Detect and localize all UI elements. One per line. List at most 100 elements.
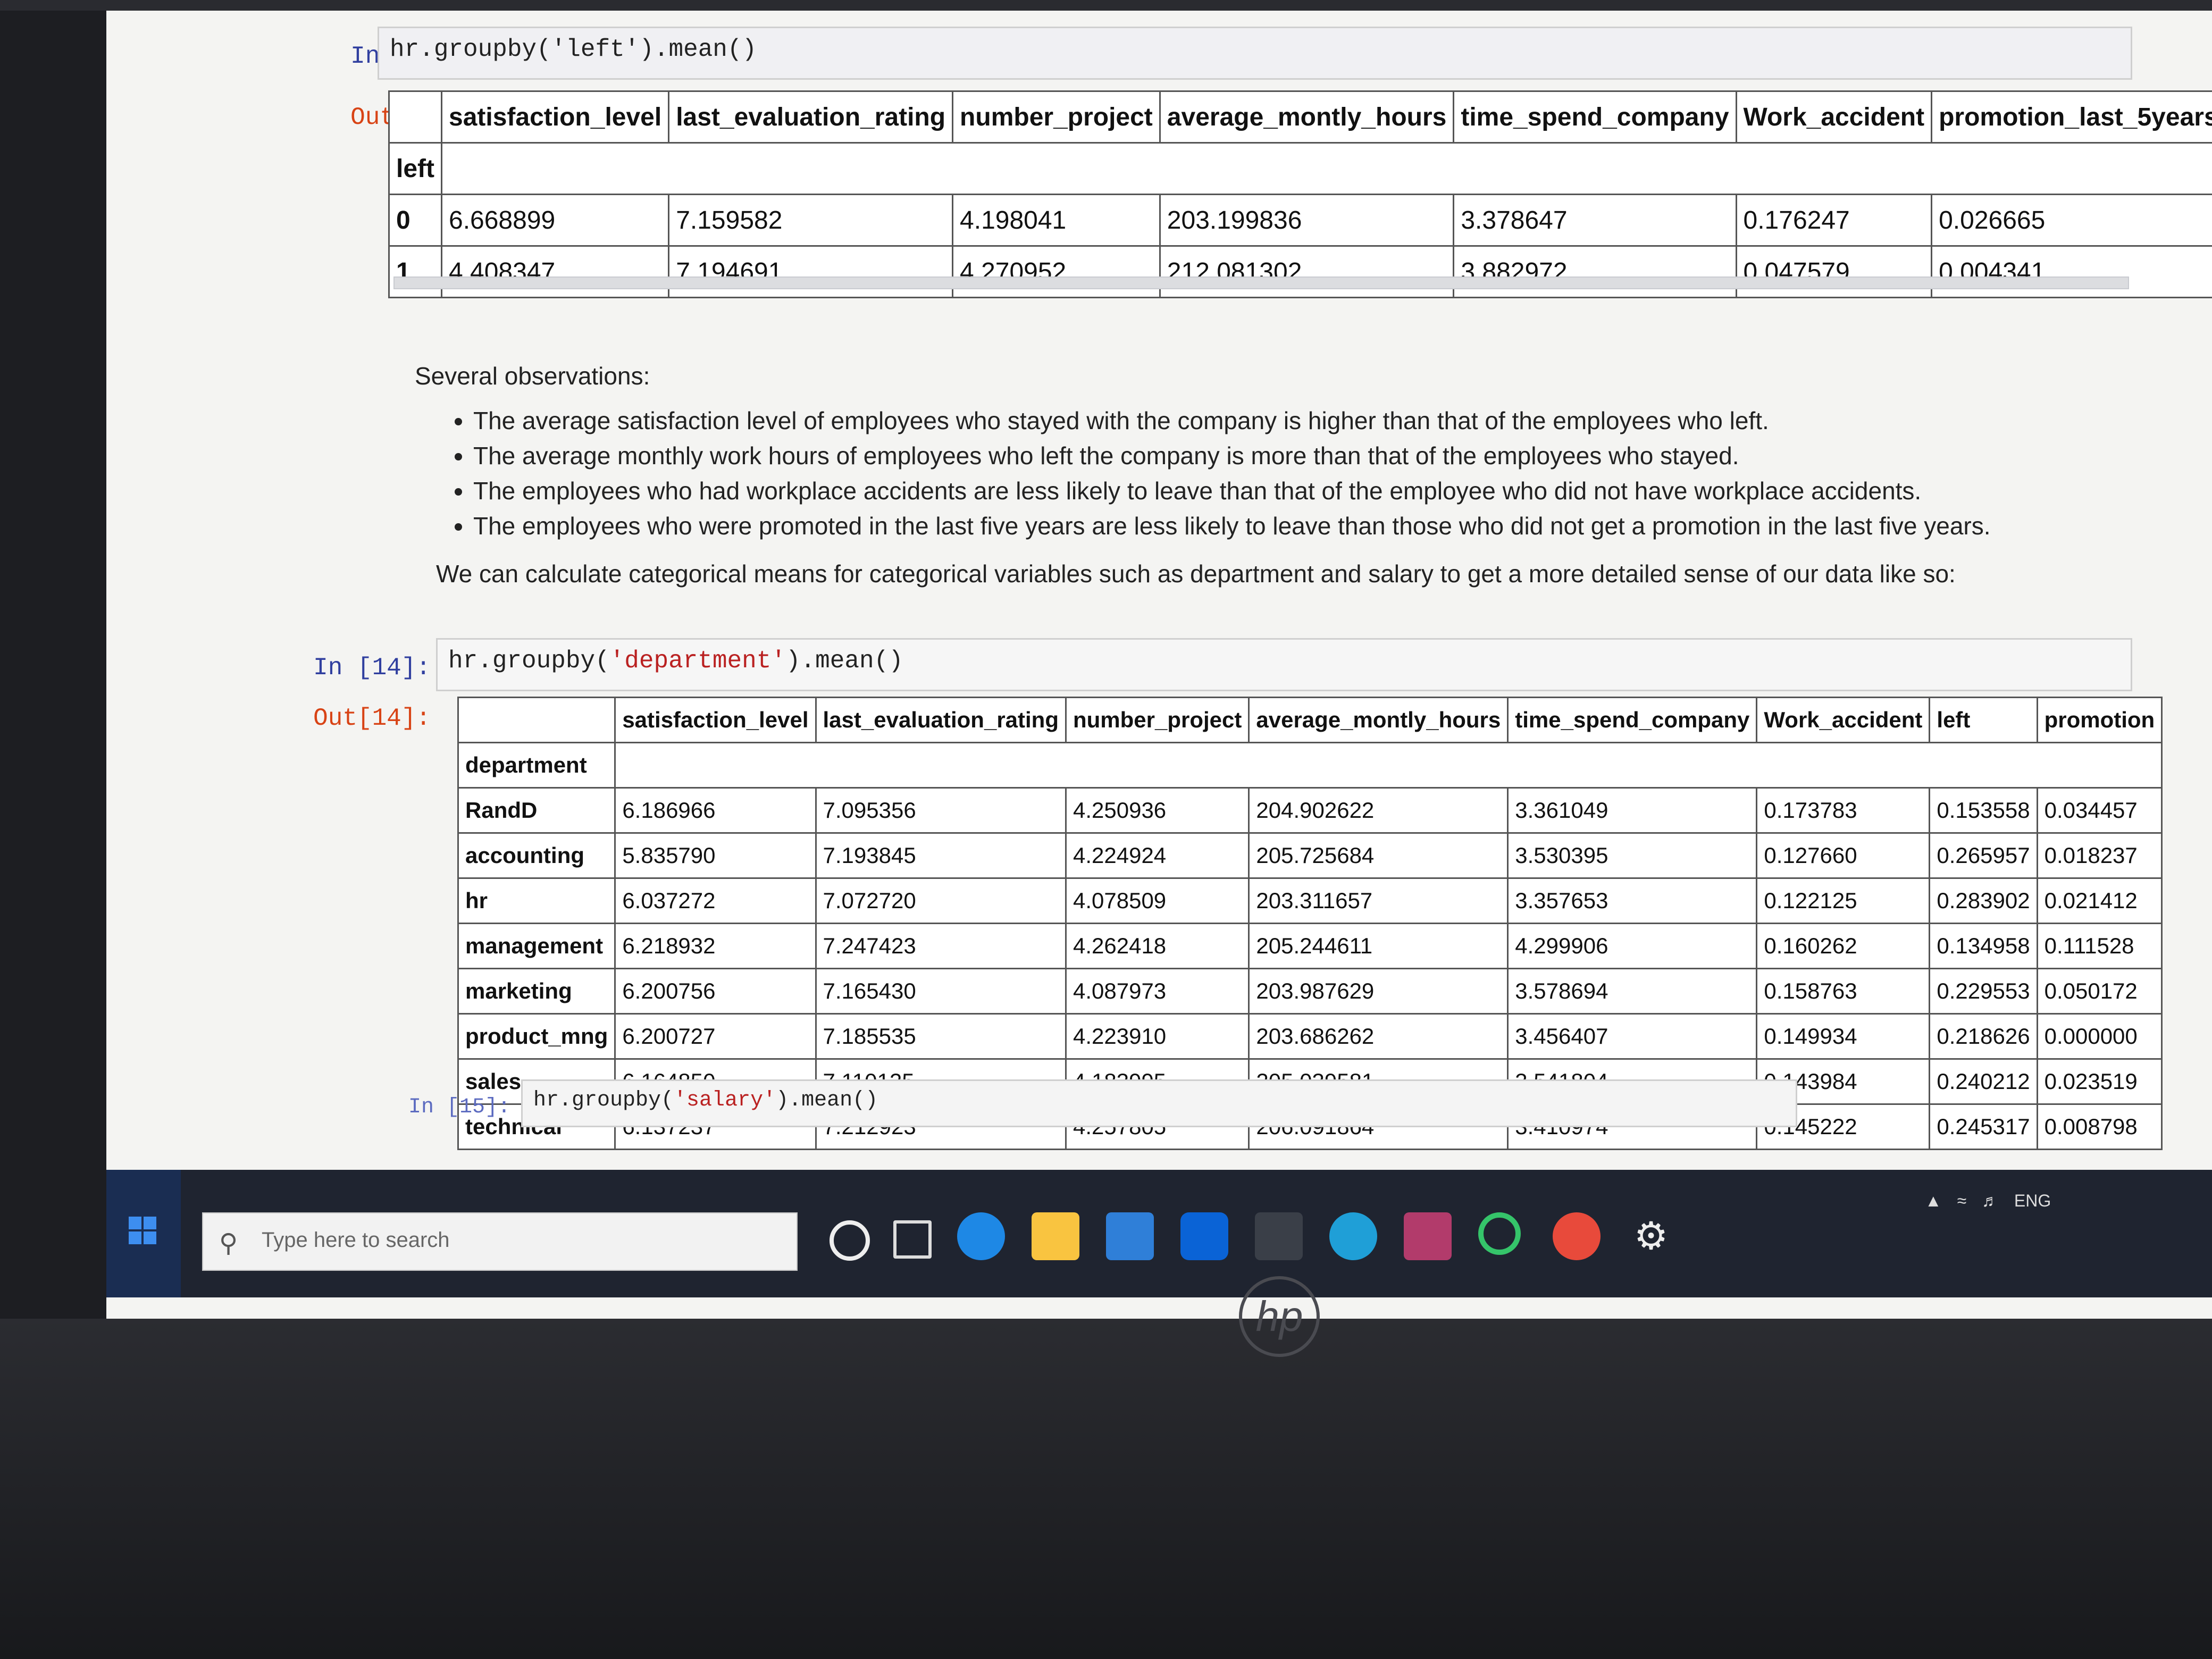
row-index: hr	[457, 877, 616, 924]
table-header-row: satisfaction_level last_evaluation_rating…	[457, 697, 2163, 743]
row-index: RandD	[457, 787, 616, 834]
column-header: satisfaction_level	[614, 697, 817, 743]
column-header: promotion	[2036, 697, 2163, 743]
row-index: management	[457, 923, 616, 969]
code-prefix-15: hr.groupby(	[533, 1088, 674, 1112]
observations-list: The average satisfaction level of employ…	[415, 406, 2063, 540]
tray-language[interactable]: ENG	[2014, 1191, 2051, 1210]
table-cell: 0.021412	[2036, 877, 2163, 924]
chrome-icon[interactable]	[1553, 1212, 1601, 1260]
table-row: marketing 6.200756 7.165430 4.087973 203.987…	[457, 968, 2163, 1015]
jupyter-notebook: In [13]: hr.groupby('left').mean() Out[1…	[106, 11, 2212, 1170]
table-cell: 0.229553	[1929, 968, 2038, 1015]
row-index: 0	[388, 194, 442, 247]
taskbar-search-box[interactable]: Type here to search	[202, 1212, 798, 1271]
row-index: marketing	[457, 968, 616, 1015]
column-header: last_evaluation_rating	[668, 90, 954, 144]
table-cell: 0.127660	[1756, 832, 1931, 879]
mail-icon[interactable]	[1106, 1212, 1154, 1260]
column-header: promotion_last_5years	[1931, 90, 2212, 144]
dropbox-icon[interactable]	[1180, 1212, 1228, 1260]
observation-bullet: The employees who were promoted in the l…	[473, 512, 2063, 540]
observations-outro: We can calculate categorical means for c…	[436, 560, 1956, 588]
index-name-spacer	[441, 142, 2212, 195]
table-cell: 6.668899	[440, 194, 670, 247]
table-cell: 4.250936	[1065, 787, 1250, 834]
code-string-14: 'department'	[609, 647, 786, 675]
table-cell: 0.283902	[1929, 877, 2038, 924]
column-header: satisfaction_level	[440, 90, 670, 144]
edge-icon[interactable]	[957, 1212, 1005, 1260]
index-name-cell: left	[388, 142, 442, 195]
column-header: last_evaluation_rating	[815, 697, 1067, 743]
code-prefix-14: hr.groupby(	[448, 647, 610, 675]
screen: In [13]: hr.groupby('left').mean() Out[1…	[106, 11, 2212, 1319]
table-cell: 0.218626	[1929, 1013, 2038, 1060]
code-cell-14[interactable]: hr.groupby('department').mean()	[436, 638, 2132, 691]
cortana-icon[interactable]	[830, 1220, 870, 1261]
code-suffix-14: ).mean()	[785, 647, 903, 675]
table-cell: 4.198041	[952, 194, 1161, 247]
table-cell: 0.240212	[1929, 1058, 2038, 1105]
code-cell-15[interactable]: hr.groupby('salary').mean()	[521, 1079, 1797, 1127]
table-cell: 4.270952	[952, 245, 1161, 298]
volume-icon[interactable]: ♬	[1982, 1191, 1999, 1210]
horizontal-scrollbar-13[interactable]	[393, 276, 2129, 289]
table-row: 1 4.408347 7.194691 4.270952 212.081302 3.882…	[388, 245, 2212, 298]
column-header: Work_accident	[1735, 90, 1933, 144]
search-icon: ⚲	[219, 1229, 238, 1258]
green-app-icon[interactable]	[1478, 1212, 1521, 1255]
hp-logo: hp	[1239, 1276, 1320, 1357]
code-string-15: 'salary'	[674, 1088, 776, 1112]
corner-cell	[457, 697, 616, 743]
table-cell: 3.530395	[1507, 832, 1758, 879]
table-cell: 0.034457	[2036, 787, 2163, 834]
table-cell: 6.200727	[614, 1013, 817, 1060]
observations-intro: Several observations:	[415, 362, 650, 390]
table-cell: 7.072720	[815, 877, 1067, 924]
table-cell: 0.018237	[2036, 832, 2163, 879]
table-cell: 203.199836	[1159, 194, 1455, 247]
table-cell: 0.149934	[1756, 1013, 1931, 1060]
start-button[interactable]	[106, 1170, 181, 1297]
winrar-icon[interactable]	[1404, 1212, 1452, 1260]
wifi-icon[interactable]: ≈	[1957, 1191, 1967, 1210]
table-cell: 0.000000	[2036, 1013, 2163, 1060]
table-cell: 4.262418	[1065, 923, 1250, 969]
table-cell: 4.078509	[1065, 877, 1250, 924]
table-cell: 0.158763	[1756, 968, 1931, 1015]
edge-alt-icon[interactable]	[1329, 1212, 1377, 1260]
winamp-icon[interactable]	[1255, 1212, 1303, 1260]
row-index: product_mng	[457, 1013, 616, 1060]
table-cell: 7.165430	[815, 968, 1067, 1015]
table-cell: 7.095356	[815, 787, 1067, 834]
table-row: management 6.218932 7.247423 4.262418 205.24…	[457, 923, 2163, 969]
settings-icon[interactable]: ⚙	[1627, 1212, 1675, 1260]
table-cell: 4.087973	[1065, 968, 1250, 1015]
laptop-body	[0, 1319, 2212, 1659]
observation-bullet: The employees who had workplace accident…	[473, 476, 2063, 505]
search-placeholder: Type here to search	[262, 1228, 450, 1252]
table-cell: 0.023519	[2036, 1058, 2163, 1105]
observation-bullet: The average monthly work hours of employ…	[473, 441, 2063, 470]
row-index: accounting	[457, 832, 616, 879]
table-cell: 4.223910	[1065, 1013, 1250, 1060]
table-cell: 7.159582	[668, 194, 954, 247]
table-cell: 0.004341	[1931, 245, 2212, 298]
table-cell: 3.361049	[1507, 787, 1758, 834]
observation-bullet: The average satisfaction level of employ…	[473, 406, 2063, 435]
task-view-icon[interactable]	[893, 1220, 932, 1259]
code-cell-13[interactable]: hr.groupby('left').mean()	[378, 27, 2132, 80]
column-header: number_project	[1065, 697, 1250, 743]
tray-chevron-icon[interactable]: ▲	[1925, 1191, 1942, 1210]
table-cell: 0.153558	[1929, 787, 2038, 834]
code-text-13: hr.groupby('left').mean()	[390, 36, 757, 63]
column-header: number_project	[952, 90, 1161, 144]
table-cell: 6.037272	[614, 877, 817, 924]
in-prompt-14: In [14]:	[313, 654, 431, 682]
file-explorer-icon[interactable]	[1032, 1212, 1079, 1260]
table-row: 0 6.668899 7.159582 4.198041 203.199836 3.378…	[388, 194, 2212, 247]
column-header: average_montly_hours	[1248, 697, 1509, 743]
table-cell: 3.882972	[1453, 245, 1737, 298]
laptop-bezel-top	[0, 0, 2212, 11]
